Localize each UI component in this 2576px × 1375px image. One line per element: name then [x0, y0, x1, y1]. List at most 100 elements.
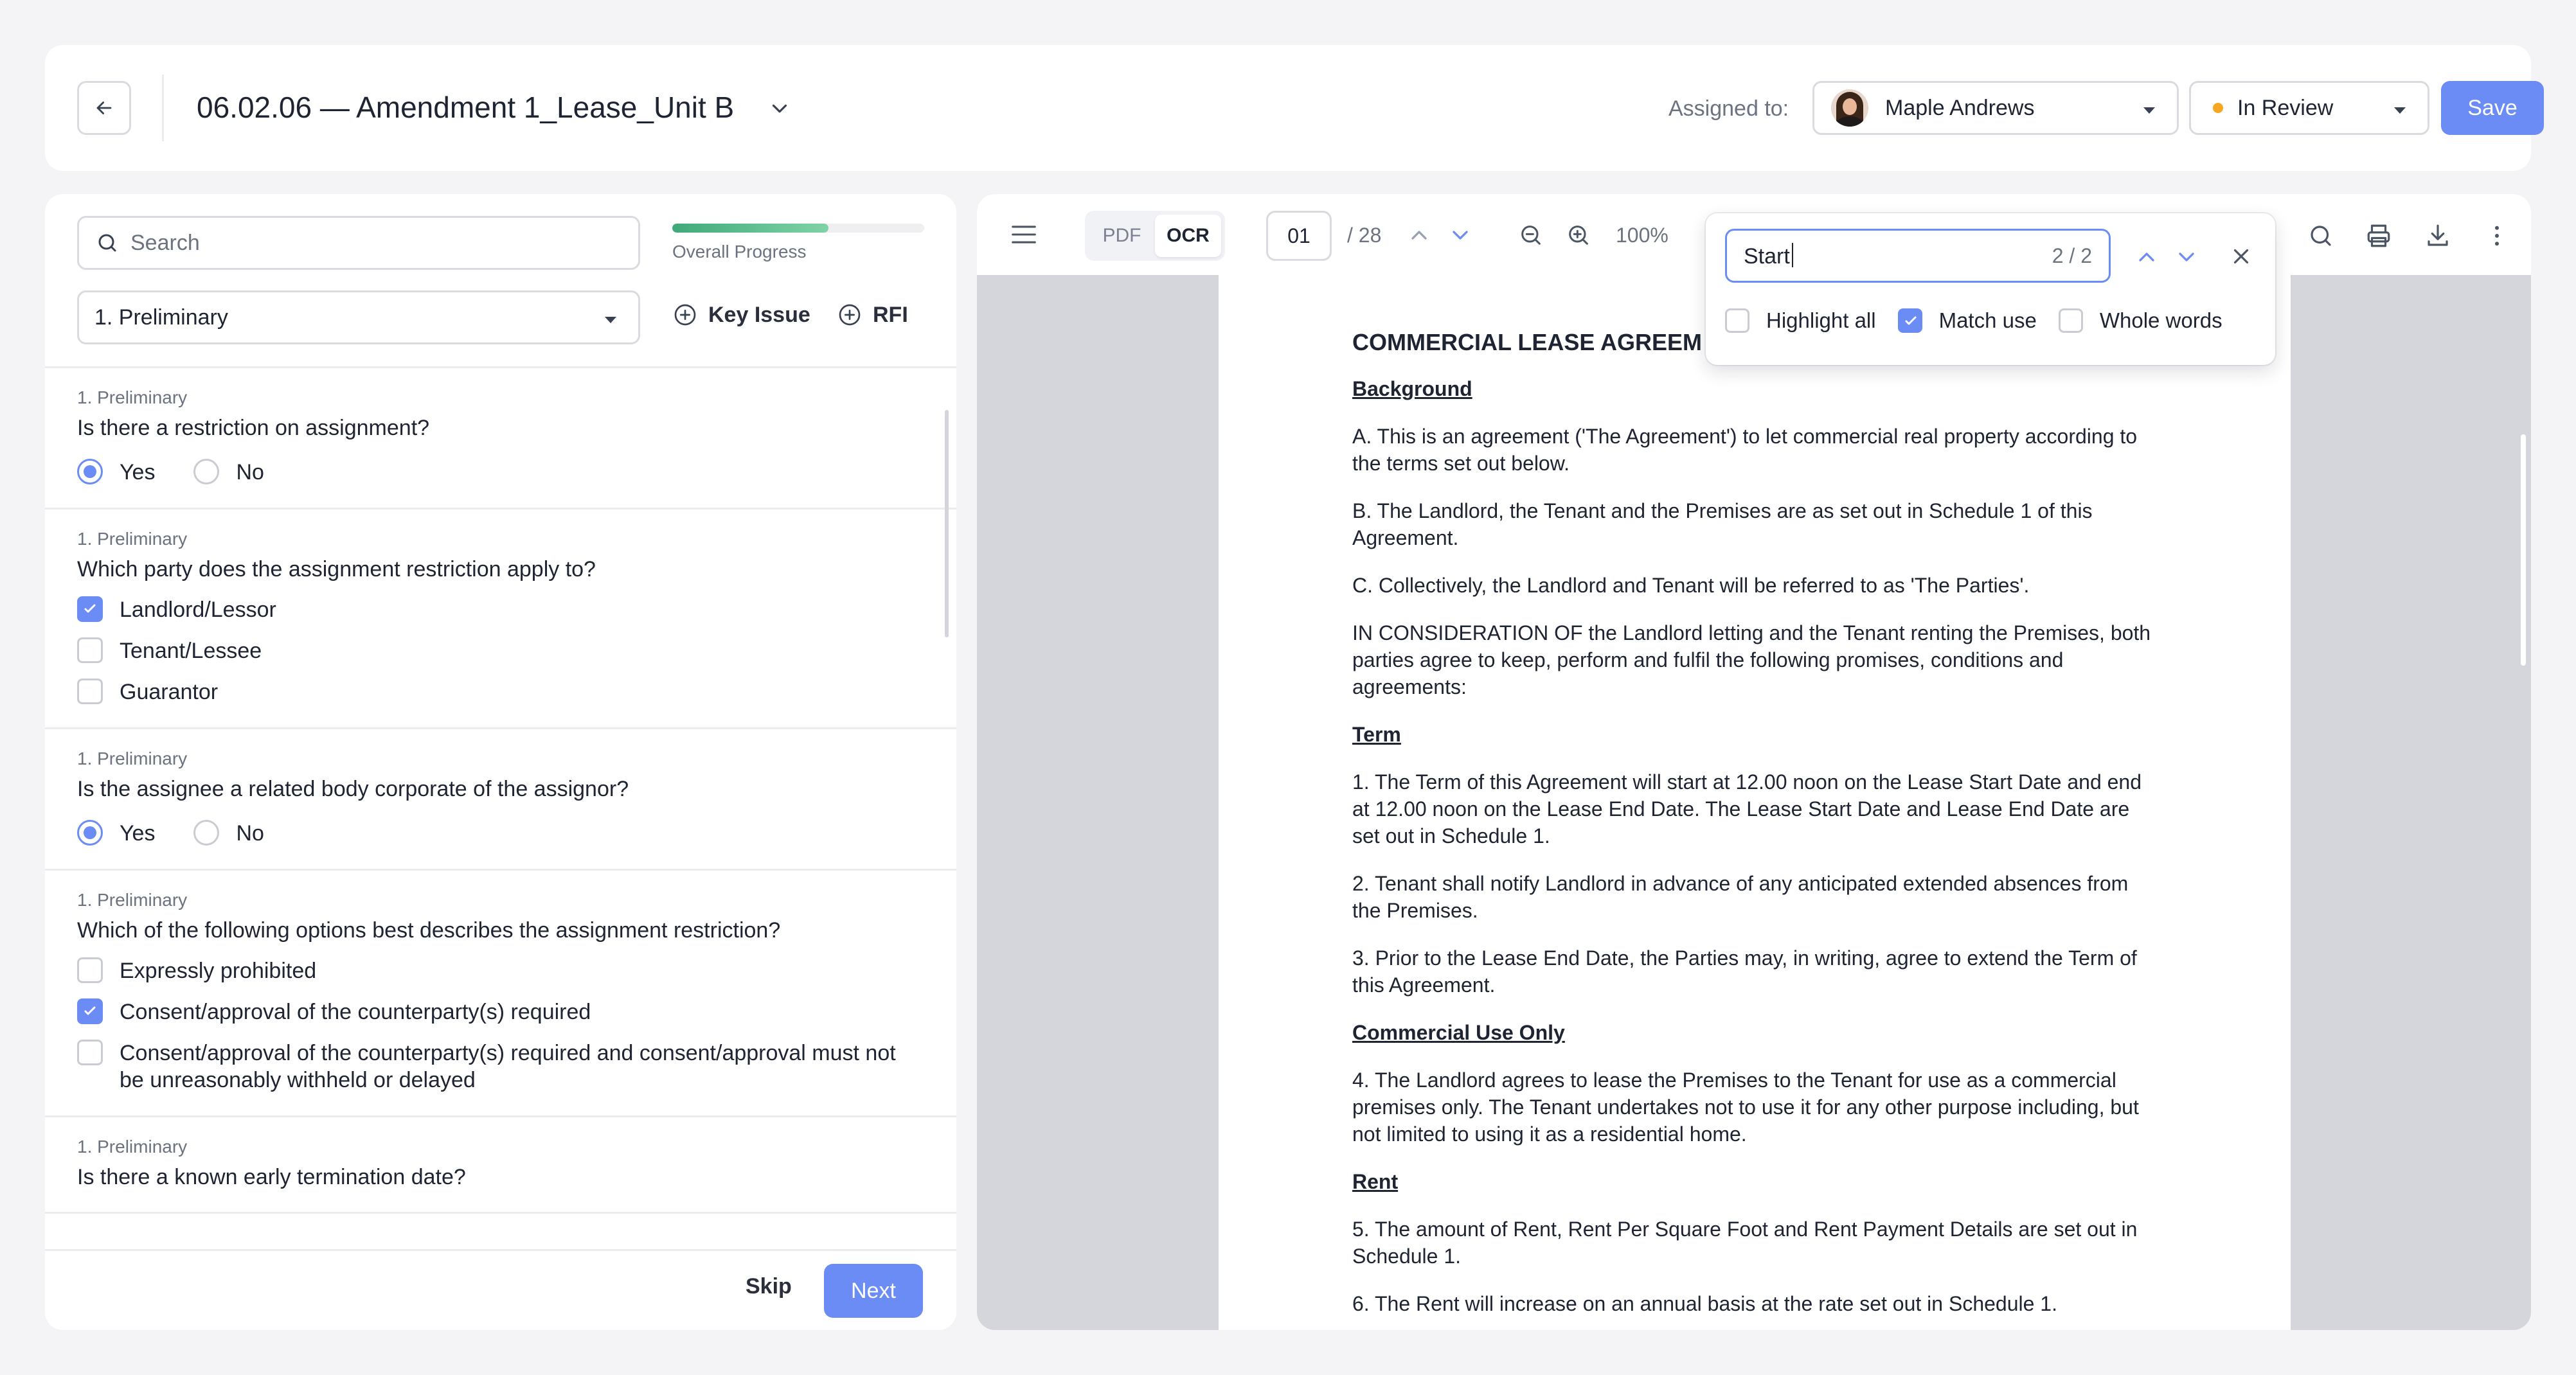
whole-words-checkbox[interactable] — [2058, 308, 2083, 333]
search-field[interactable] — [77, 216, 640, 270]
back-button[interactable] — [77, 81, 131, 135]
checkbox-option[interactable]: Consent/approval of the counterparty(s) … — [77, 1040, 924, 1094]
doc-paragraph: IN CONSIDERATION OF the Landlord letting… — [1352, 621, 2151, 698]
more-vertical-icon[interactable] — [2483, 222, 2510, 249]
question-text: Is there a restriction on assignment? — [77, 416, 430, 440]
add-key-issue-button[interactable]: Key Issue — [672, 302, 810, 328]
checkbox[interactable] — [77, 596, 103, 622]
radio-option[interactable]: Yes — [77, 820, 155, 847]
radio-option[interactable]: No — [193, 820, 264, 847]
option-label: No — [236, 821, 264, 846]
skip-button[interactable]: Skip — [746, 1274, 792, 1299]
assignee-name: Maple Andrews — [1885, 95, 2035, 120]
checkbox-option[interactable]: Consent/approval of the counterparty(s) … — [77, 998, 924, 1025]
avatar — [1831, 89, 1868, 127]
checkbox-option[interactable]: Tenant/Lessee — [77, 637, 924, 664]
menu-icon[interactable] — [1010, 222, 1037, 247]
key-issue-label: Key Issue — [708, 302, 810, 327]
find-match-count: 2 / 2 — [2052, 244, 2092, 267]
doc-heading: Background — [1352, 377, 1472, 400]
highlight-all-label: Highlight all — [1766, 308, 1876, 332]
radio-button[interactable] — [77, 820, 103, 846]
download-icon[interactable] — [2424, 222, 2451, 249]
radio-option[interactable]: No — [193, 459, 264, 486]
option-label: Guarantor — [120, 680, 219, 704]
radio-group: Yes No — [77, 459, 924, 486]
chevron-up-icon[interactable] — [1406, 222, 1432, 248]
find-input[interactable]: Start 2 / 2 — [1725, 229, 2111, 283]
question-block: 1. Preliminary Which of the following opt… — [45, 871, 956, 1117]
print-icon[interactable] — [2365, 222, 2392, 249]
highlight-all-option[interactable]: Highlight all — [1725, 308, 1876, 333]
progress-fill — [672, 224, 829, 233]
arrow-left-icon — [96, 102, 112, 114]
chevron-up-icon[interactable] — [2134, 244, 2160, 270]
close-icon[interactable] — [2229, 244, 2253, 269]
question-section: 1. Preliminary — [77, 529, 188, 549]
mode-pdf-button[interactable]: PDF — [1089, 215, 1155, 257]
checkbox-option[interactable]: Landlord/Lessor — [77, 596, 924, 623]
question-block: 1. Preliminary Is there a restriction on … — [45, 368, 956, 510]
progress-bar — [672, 224, 924, 233]
document-page: COMMERCIAL LEASE AGREEM Background A. Thi… — [1219, 275, 2291, 1330]
option-label: Expressly prohibited — [120, 959, 317, 983]
add-rfi-button[interactable]: RFI — [837, 302, 908, 328]
scrollbar[interactable] — [945, 410, 949, 637]
whole-words-label: Whole words — [2099, 308, 2223, 332]
next-button[interactable]: Next — [824, 1264, 923, 1318]
assignee-select[interactable]: Maple Andrews — [1812, 81, 2179, 135]
radio-button[interactable] — [193, 820, 220, 846]
find-popup: Start 2 / 2 Highlight all Match use Whol… — [1706, 213, 2275, 365]
option-label: Yes — [120, 821, 156, 846]
doc-paragraph: C. Collectively, the Landlord and Tenant… — [1352, 574, 2030, 597]
header-bar: 06.02.06 — Amendment 1_Lease_Unit B Assi… — [45, 45, 2544, 171]
zoom-out-icon[interactable] — [1518, 222, 1544, 248]
find-query: Start — [1744, 243, 1793, 269]
chevron-down-icon[interactable] — [1447, 222, 1473, 248]
match-case-checkbox[interactable] — [1897, 308, 1922, 333]
question-block: 1. Preliminary Which party does the assig… — [45, 510, 956, 729]
chevron-down-icon[interactable] — [2174, 244, 2199, 270]
search-input[interactable] — [130, 230, 619, 256]
radio-button[interactable] — [77, 459, 103, 484]
checkbox-option[interactable]: Expressly prohibited — [77, 957, 924, 984]
doc-paragraph: 6. The Rent will increase on an annual b… — [1352, 1292, 2057, 1315]
checkbox-group: Expressly prohibited Consent/approval of … — [77, 957, 924, 1094]
zoom-in-icon[interactable] — [1566, 222, 1591, 248]
document-viewer: COMMERCIAL LEASE AGREEM Background A. Thi… — [977, 194, 2531, 1330]
question-block: 1. Preliminary Is there a known early ter… — [45, 1117, 956, 1214]
chevron-down-icon[interactable] — [767, 96, 792, 121]
status-select[interactable]: In Review — [2189, 81, 2429, 135]
question-section: 1. Preliminary — [77, 749, 188, 768]
checkbox-option[interactable]: Guarantor — [77, 679, 924, 705]
option-label: Yes — [120, 460, 156, 484]
checkbox[interactable] — [77, 1040, 103, 1065]
page-number-input[interactable]: 01 — [1266, 211, 1332, 261]
scrollbar[interactable] — [2521, 434, 2526, 666]
zoom-level: 100% — [1616, 224, 1668, 247]
radio-button[interactable] — [193, 459, 220, 484]
page-total: / 28 — [1347, 224, 1382, 247]
highlight-all-checkbox[interactable] — [1725, 308, 1749, 333]
section-select[interactable]: 1. Preliminary — [77, 290, 640, 344]
save-button[interactable]: Save — [2441, 81, 2544, 135]
match-case-option[interactable]: Match use — [1897, 308, 2037, 333]
section-select-value: 1. Preliminary — [94, 305, 228, 330]
checkbox[interactable] — [77, 679, 103, 704]
doc-paragraph: 1. The Term of this Agreement will start… — [1352, 770, 2142, 847]
document-title: 06.02.06 — Amendment 1_Lease_Unit B — [197, 91, 735, 124]
status-label: In Review — [2237, 95, 2334, 120]
progress-label: Overall Progress — [672, 242, 807, 262]
checkbox[interactable] — [77, 957, 103, 983]
mode-ocr-button[interactable]: OCR — [1155, 215, 1221, 257]
page-content: COMMERCIAL LEASE AGREEM Background A. Thi… — [1352, 329, 2162, 1330]
checkbox-group: Landlord/Lessor Tenant/Lessee Guarantor — [77, 596, 924, 705]
caret-down-icon — [2143, 107, 2155, 114]
search-icon[interactable] — [2307, 222, 2334, 249]
doc-paragraph: B. The Landlord, the Tenant and the Prem… — [1352, 499, 2093, 549]
document-area[interactable]: COMMERCIAL LEASE AGREEM Background A. Thi… — [977, 275, 2531, 1330]
checkbox[interactable] — [77, 998, 103, 1024]
radio-option[interactable]: Yes — [77, 459, 155, 486]
checkbox[interactable] — [77, 637, 103, 663]
whole-words-option[interactable]: Whole words — [2058, 308, 2223, 333]
